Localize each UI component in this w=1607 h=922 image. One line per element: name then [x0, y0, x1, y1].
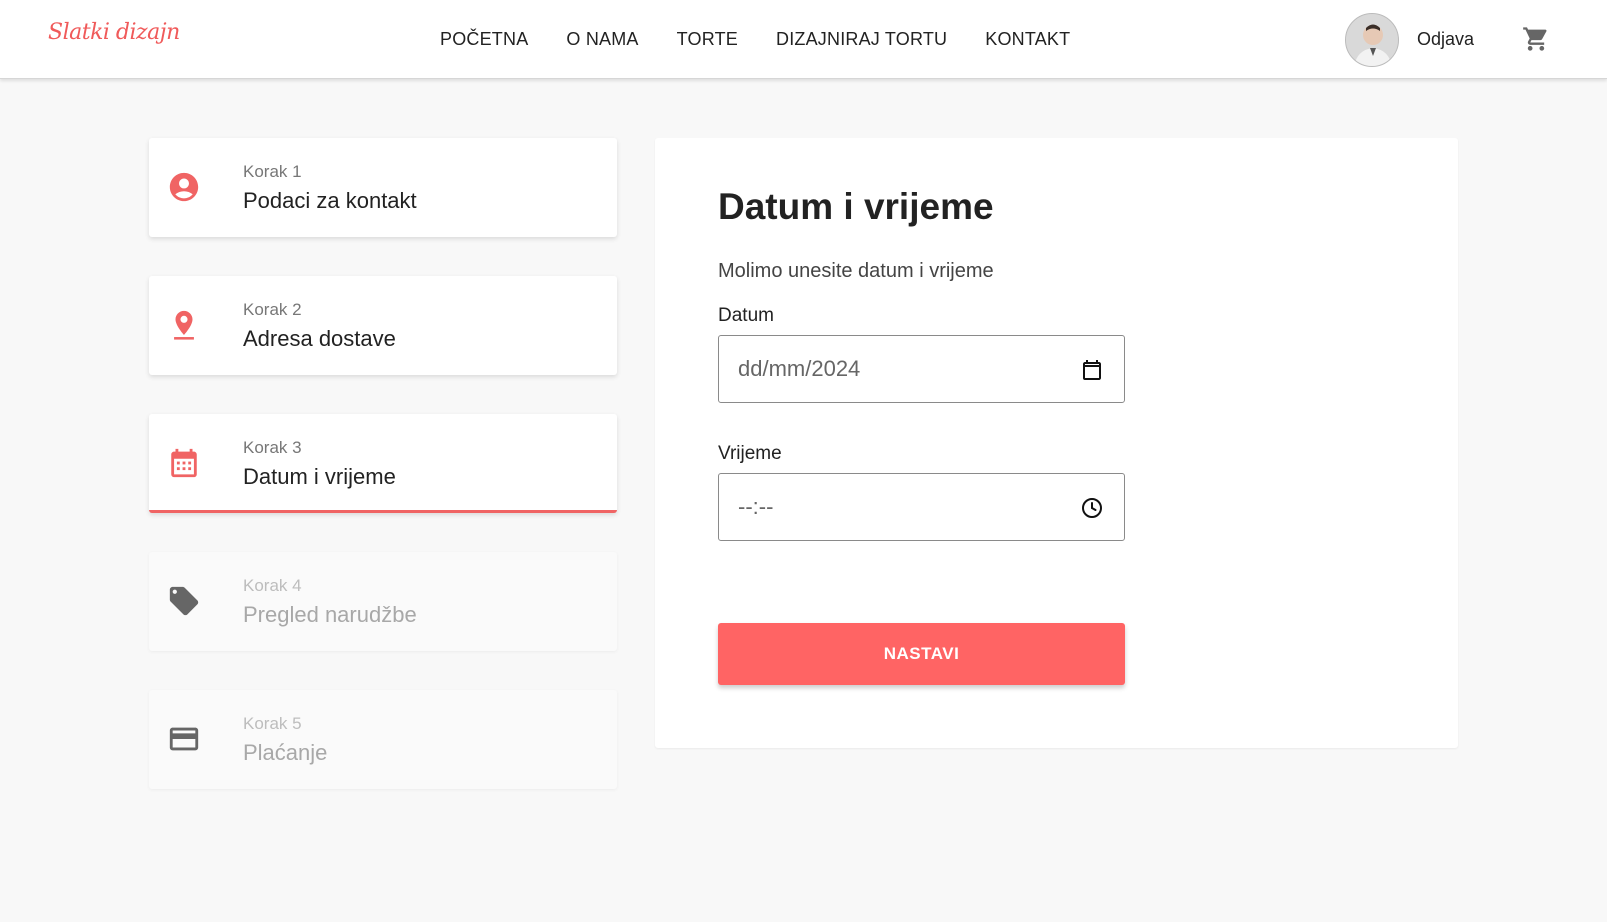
tag-icon: [169, 586, 199, 616]
time-input[interactable]: --:--: [718, 473, 1125, 541]
nav-link-design-cake[interactable]: DIZAJNIRAJ TORTU: [776, 29, 947, 50]
step-label: Plaćanje: [243, 740, 328, 765]
form-subtitle: Molimo unesite datum i vrijeme: [718, 260, 994, 282]
time-value: --:--: [738, 494, 774, 519]
brand-logo[interactable]: Slatki dizajn: [48, 20, 180, 45]
main-nav: POČETNA O NAMA TORTE DIZAJNIRAJ TORTU KO…: [440, 29, 1108, 50]
step-number: Korak 4: [243, 576, 302, 595]
date-value: dd/mm/2024: [738, 356, 861, 381]
avatar-icon: [1346, 14, 1398, 66]
form-title: Datum i vrijeme: [718, 186, 994, 227]
clock-icon[interactable]: [1080, 496, 1104, 520]
date-label: Datum: [718, 305, 774, 326]
step-label: Datum i vrijeme: [243, 464, 396, 489]
step-number: Korak 1: [243, 162, 302, 181]
step-delivery-address[interactable]: Korak 2 Adresa dostave: [149, 276, 617, 375]
logout-link[interactable]: Odjava: [1417, 29, 1474, 50]
step-contact-info[interactable]: Korak 1 Podaci za kontakt: [149, 138, 617, 237]
step-number: Korak 3: [243, 438, 302, 457]
shopping-cart-icon[interactable]: [1522, 25, 1550, 53]
time-label: Vrijeme: [718, 443, 782, 464]
step-label: Adresa dostave: [243, 326, 396, 351]
checkout-steps: Korak 1 Podaci za kontakt Korak 2 Adresa…: [149, 138, 617, 828]
nav-link-home[interactable]: POČETNA: [440, 29, 528, 50]
step-payment[interactable]: Korak 5 Plaćanje: [149, 690, 617, 789]
step-label: Pregled narudžbe: [243, 602, 417, 627]
date-input[interactable]: dd/mm/2024: [718, 335, 1125, 403]
step-number: Korak 2: [243, 300, 302, 319]
date-time-form-panel: Datum i vrijeme Molimo unesite datum i v…: [655, 138, 1458, 748]
location-pin-icon: [174, 310, 194, 340]
nav-link-cakes[interactable]: TORTE: [677, 29, 738, 50]
calendar-picker-icon[interactable]: [1080, 358, 1104, 382]
top-navbar: Slatki dizajn POČETNA O NAMA TORTE DIZAJ…: [0, 0, 1607, 79]
step-date-time[interactable]: Korak 3 Datum i vrijeme: [149, 414, 617, 513]
credit-card-icon: [169, 727, 199, 751]
account-circle-icon: [169, 172, 199, 202]
nav-link-about[interactable]: O NAMA: [566, 29, 638, 50]
step-label: Podaci za kontakt: [243, 188, 417, 213]
continue-button[interactable]: NASTAVI: [718, 623, 1125, 685]
step-order-review[interactable]: Korak 4 Pregled narudžbe: [149, 552, 617, 651]
nav-link-contact[interactable]: KONTAKT: [985, 29, 1070, 50]
user-avatar[interactable]: [1345, 13, 1399, 67]
step-number: Korak 5: [243, 714, 302, 733]
calendar-icon: [171, 448, 197, 478]
